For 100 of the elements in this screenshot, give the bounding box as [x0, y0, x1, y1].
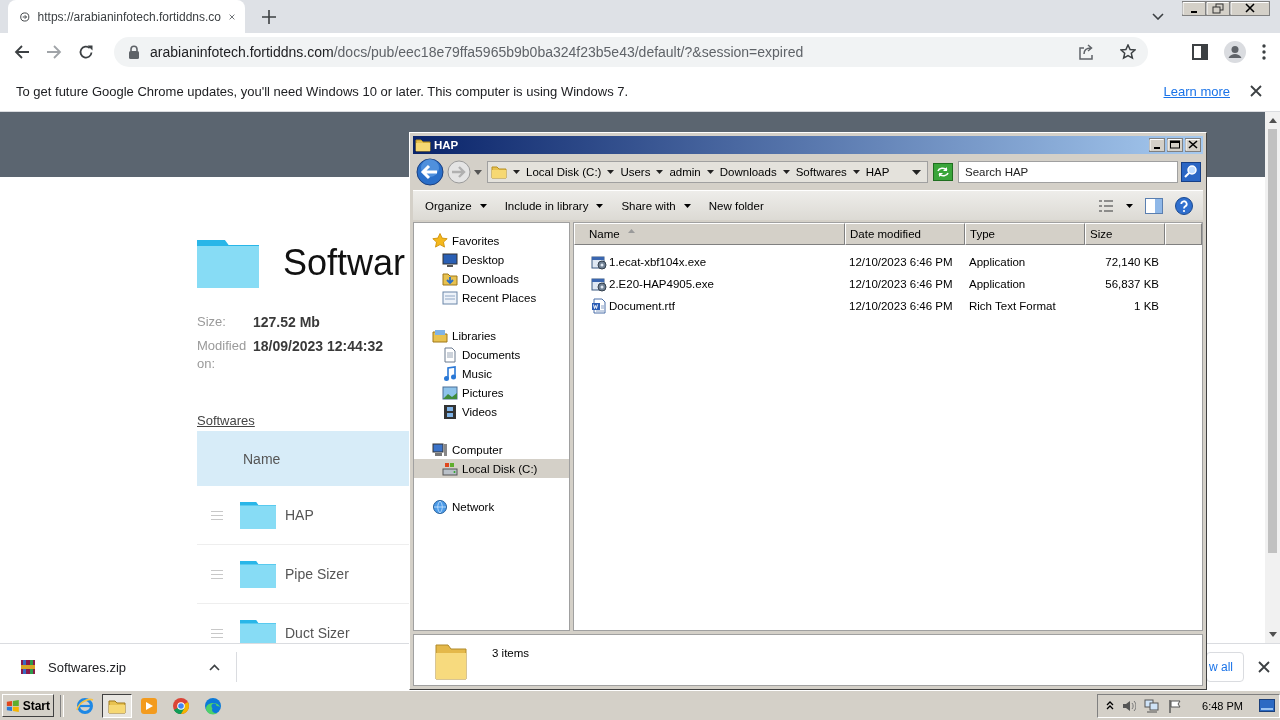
reload-icon[interactable]: [78, 44, 94, 60]
nav-item[interactable]: Videos: [414, 402, 569, 421]
caret-icon[interactable]: [607, 170, 615, 174]
file-name[interactable]: 1.ecat-xbf104x.exe: [609, 256, 707, 268]
minimize-button[interactable]: [1182, 1, 1206, 16]
refresh-icon[interactable]: [933, 163, 953, 181]
caret-icon[interactable]: [1126, 203, 1133, 208]
folder-icon: [415, 137, 431, 153]
network-icon[interactable]: [1144, 698, 1161, 713]
nav-item[interactable]: Music: [414, 364, 569, 383]
drag-handle-icon[interactable]: [211, 569, 223, 579]
breadcrumb-item[interactable]: Local Disk (C:): [526, 166, 602, 178]
close-button[interactable]: [1230, 1, 1270, 16]
restore-button[interactable]: [1206, 1, 1230, 16]
column-header[interactable]: Date modified: [845, 223, 965, 245]
scroll-down-icon[interactable]: [1268, 632, 1277, 637]
address-bar[interactable]: arabianinfotech.fortiddns.com/docs/pub/eec18e79ffa5965b9b0ba324f23b5e43/default/?&session=expired: [114, 37, 1148, 67]
nav-item[interactable]: Documents: [414, 345, 569, 364]
breadcrumb-item[interactable]: Downloads: [719, 166, 777, 178]
folder-name[interactable]: Duct Sizer: [285, 625, 350, 641]
file-date: 12/10/2023 6:46 PM: [848, 256, 954, 268]
clock-time[interactable]: 6:48 PM: [1202, 699, 1243, 712]
caret-icon[interactable]: [706, 170, 714, 174]
menu-icon[interactable]: [1262, 44, 1266, 60]
chevron-up-icon[interactable]: [1106, 701, 1115, 710]
learn-more-link[interactable]: Learn more: [1163, 83, 1230, 99]
nav-item[interactable]: Recent Places: [414, 288, 569, 307]
drag-handle-icon[interactable]: [211, 628, 223, 638]
breadcrumb-item[interactable]: admin: [669, 166, 701, 178]
back-icon[interactable]: [14, 44, 30, 60]
command-button[interactable]: Include in library: [496, 196, 612, 215]
close-icon[interactable]: [1258, 661, 1270, 673]
drag-handle-icon[interactable]: [211, 510, 223, 520]
nav-item[interactable]: Downloads: [414, 269, 569, 288]
windows-logo-icon: [6, 698, 20, 713]
dropdown-caret-icon[interactable]: [912, 169, 921, 175]
file-name[interactable]: Document.rtf: [609, 300, 675, 312]
scrollbar-thumb[interactable]: [1268, 129, 1277, 553]
application-icon: [591, 254, 607, 270]
modified-label: Modified on:: [197, 337, 248, 373]
search-icon[interactable]: [1181, 162, 1201, 182]
start-button[interactable]: Start: [2, 694, 54, 717]
profile-icon[interactable]: [1224, 41, 1246, 63]
breadcrumb-link[interactable]: Softwares: [197, 413, 255, 428]
back-button-icon[interactable]: [416, 158, 444, 186]
show-desktop-icon[interactable]: [1259, 699, 1275, 712]
scroll-up-icon[interactable]: [1268, 118, 1277, 123]
nav-item[interactable]: Desktop: [414, 250, 569, 269]
share-icon[interactable]: [1078, 44, 1094, 60]
taskbar-app[interactable]: [102, 693, 132, 718]
caret-icon[interactable]: [513, 170, 520, 174]
minimize-button[interactable]: [1149, 138, 1165, 152]
size-value: 127.52 Mb: [253, 313, 321, 331]
command-button[interactable]: New folder: [700, 196, 772, 215]
tab-title: https://arabianinfotech.fortiddns.co: [37, 9, 221, 24]
nav-item[interactable]: Local Disk (C:): [414, 459, 569, 478]
computer-icon: [432, 441, 448, 458]
nav-item[interactable]: Network: [414, 497, 569, 516]
new-tab-icon[interactable]: [262, 9, 276, 24]
nav-item[interactable]: Pictures: [414, 383, 569, 402]
close-button[interactable]: [1185, 138, 1201, 152]
caret-icon[interactable]: [656, 170, 664, 174]
column-header[interactable]: Size: [1085, 223, 1165, 245]
column-header[interactable]: Type: [965, 223, 1085, 245]
nav-item[interactable]: Computer: [414, 440, 569, 459]
breadcrumb-item[interactable]: HAP: [865, 166, 890, 178]
breadcrumb-item[interactable]: Users: [620, 166, 651, 178]
preview-pane-icon[interactable]: [1145, 197, 1163, 214]
view-options-icon[interactable]: [1098, 198, 1114, 213]
address-field[interactable]: Local Disk (C:) Users admin Downloads Softwares HAP: [487, 161, 928, 183]
search-field[interactable]: Search HAP: [958, 161, 1178, 183]
caret-up-icon[interactable]: [209, 663, 220, 671]
show-all-button[interactable]: w all: [1206, 652, 1244, 682]
file-size: 1 KB: [1133, 300, 1160, 312]
bookmark-star-icon[interactable]: [1120, 44, 1136, 60]
file-name[interactable]: 2.E20-HAP4905.exe: [609, 278, 714, 290]
column-header[interactable]: Name: [243, 450, 281, 467]
caret-icon[interactable]: [782, 170, 790, 174]
close-icon[interactable]: [1250, 85, 1262, 97]
command-button[interactable]: Share with: [613, 196, 699, 215]
network-icon: [432, 498, 448, 515]
file-date: 12/10/2023 6:46 PM: [848, 278, 954, 290]
folder-name[interactable]: HAP: [285, 507, 314, 523]
flag-icon[interactable]: [1168, 698, 1183, 713]
speaker-icon[interactable]: [1122, 698, 1137, 713]
caret-icon[interactable]: [1152, 13, 1164, 20]
nav-item[interactable]: Favorites: [414, 231, 569, 250]
command-button[interactable]: Organize: [417, 196, 495, 215]
breadcrumb-item[interactable]: Softwares: [795, 166, 847, 178]
item-count: 3 items: [492, 647, 530, 659]
caret-icon[interactable]: [852, 170, 860, 174]
maximize-button[interactable]: [1167, 138, 1183, 152]
download-filename[interactable]: Softwares.zip: [48, 659, 127, 675]
browser-tab[interactable]: https://arabianinfotech.fortiddns.co: [8, 0, 245, 33]
help-icon[interactable]: [1175, 196, 1193, 215]
nav-item[interactable]: Libraries: [414, 326, 569, 345]
file-size: 72,140 KB: [1104, 256, 1160, 268]
column-header[interactable]: Name: [574, 223, 845, 245]
folder-name[interactable]: Pipe Sizer: [285, 566, 349, 582]
side-panel-icon[interactable]: [1192, 44, 1208, 60]
